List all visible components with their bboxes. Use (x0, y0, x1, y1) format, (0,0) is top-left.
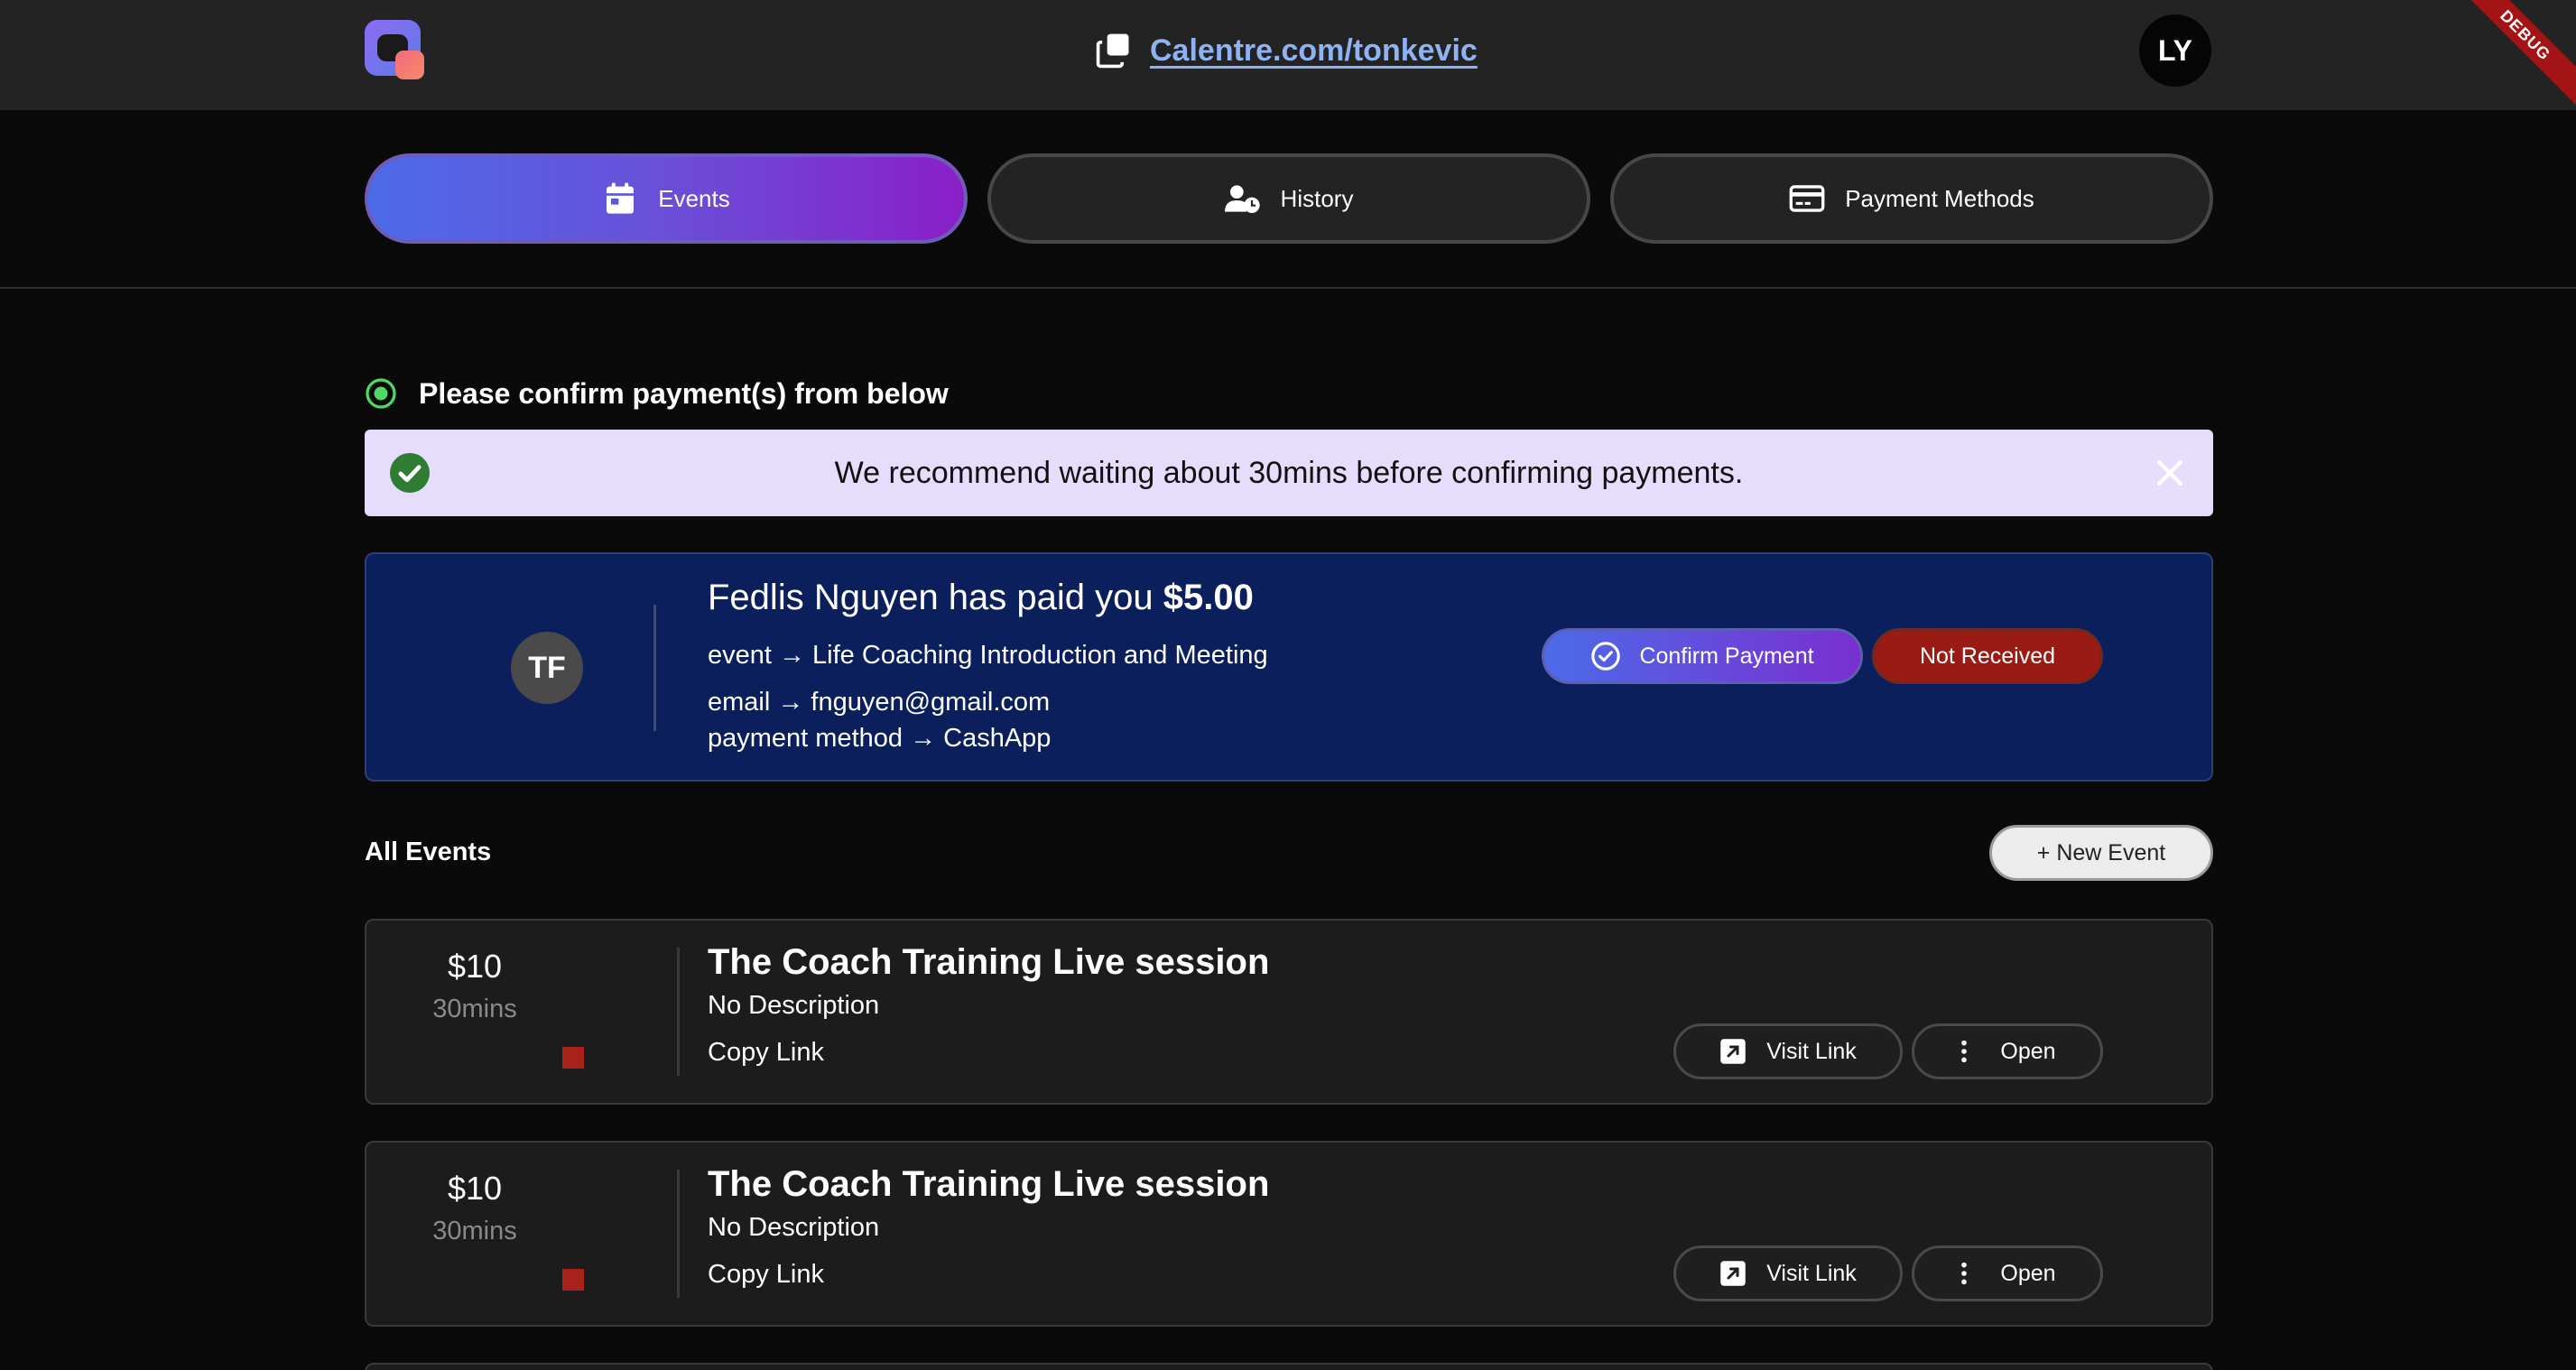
event-card-divider (677, 1170, 680, 1298)
payment-email-line: email → fnguyen@gmail.com (708, 688, 1051, 717)
payment-title-text: Fedlis Nguyen has paid you (708, 578, 1154, 617)
payment-card: TF Fedlis Nguyen has paid you $5.00 even… (365, 552, 2213, 782)
event-color-indicator (562, 1269, 584, 1291)
event-color-indicator (562, 1047, 584, 1069)
credit-card-icon (1789, 181, 1825, 217)
top-bar: Calentre.com/tonkevic LY (0, 0, 2576, 110)
visit-link-label: Visit Link (1766, 1038, 1857, 1064)
visit-link-button[interactable]: Visit Link (1673, 1245, 1903, 1301)
copy-icon[interactable] (1094, 31, 1134, 70)
section-divider (0, 287, 2576, 289)
visit-link-label: Visit Link (1766, 1260, 1857, 1286)
visit-link-button[interactable]: Visit Link (1673, 1023, 1903, 1079)
app-logo[interactable] (365, 20, 424, 79)
tab-payment-methods-label: Payment Methods (1845, 184, 2034, 212)
payment-card-divider (653, 605, 656, 731)
payment-event-line: event → Life Coaching Introduction and M… (708, 641, 1268, 670)
external-link-icon (1720, 1261, 1746, 1286)
event-card-divider (677, 948, 680, 1076)
confirm-payment-label: Confirm Payment (1639, 643, 1814, 669)
copy-link-button[interactable]: Copy Link (708, 1260, 824, 1290)
new-event-button[interactable]: + New Event (1989, 825, 2213, 881)
event-description: No Description (708, 1213, 880, 1242)
share-link[interactable]: Calentre.com/tonkevic (1150, 33, 1478, 69)
notice-text: We recommend waiting about 30mins before… (834, 456, 1744, 490)
share-link-group: Calentre.com/tonkevic (1094, 27, 1478, 74)
all-events-heading: All Events (365, 838, 492, 866)
new-event-label: + New Event (2036, 839, 2166, 866)
tab-bar: Events History Payment Methods (365, 153, 2213, 244)
event-duration: 30mins (432, 995, 517, 1023)
more-vertical-icon (1961, 1262, 1968, 1285)
check-circle-outline-icon (1591, 642, 1621, 671)
event-price: $10 (447, 948, 503, 985)
payment-method-line: payment method → CashApp (708, 724, 1052, 753)
event-card-partial (365, 1363, 2213, 1370)
tab-events-label: Events (658, 184, 730, 212)
payment-amount: $5.00 (1163, 578, 1254, 617)
confirm-heading: Please confirm payment(s) from below (365, 375, 949, 412)
user-clock-icon (1224, 181, 1261, 217)
event-title: The Coach Training Live session (708, 1164, 1270, 1204)
notice-banner: We recommend waiting about 30mins before… (365, 430, 2213, 516)
user-avatar[interactable]: LY (2139, 14, 2211, 87)
open-label: Open (2000, 1038, 2056, 1064)
tab-payment-methods[interactable]: Payment Methods (1610, 153, 2213, 244)
not-received-button[interactable]: Not Received (1872, 628, 2103, 684)
not-received-label: Not Received (1919, 643, 2056, 669)
tab-history-label: History (1280, 184, 1354, 212)
event-title: The Coach Training Live session (708, 942, 1270, 982)
external-link-icon (1720, 1039, 1746, 1064)
event-price: $10 (447, 1170, 503, 1207)
open-button[interactable]: Open (1912, 1245, 2103, 1301)
tab-history[interactable]: History (987, 153, 1590, 244)
event-duration: 30mins (432, 1217, 517, 1245)
event-card: $10 30mins The Coach Training Live sessi… (365, 1141, 2213, 1327)
copy-link-button[interactable]: Copy Link (708, 1038, 824, 1068)
more-vertical-icon (1961, 1040, 1968, 1063)
confirm-heading-text: Please confirm payment(s) from below (419, 376, 949, 410)
open-label: Open (2000, 1260, 2056, 1286)
event-card: $10 30mins The Coach Training Live sessi… (365, 919, 2213, 1105)
tab-events[interactable]: Events (365, 153, 968, 244)
radio-indicator-icon (366, 378, 396, 409)
payer-avatar: TF (511, 632, 583, 704)
event-description: No Description (708, 991, 880, 1020)
close-icon[interactable] (2154, 457, 2186, 489)
calendar-icon (602, 181, 638, 217)
open-button[interactable]: Open (1912, 1023, 2103, 1079)
confirm-payment-button[interactable]: Confirm Payment (1542, 628, 1863, 684)
payment-title: Fedlis Nguyen has paid you $5.00 (708, 578, 1254, 618)
